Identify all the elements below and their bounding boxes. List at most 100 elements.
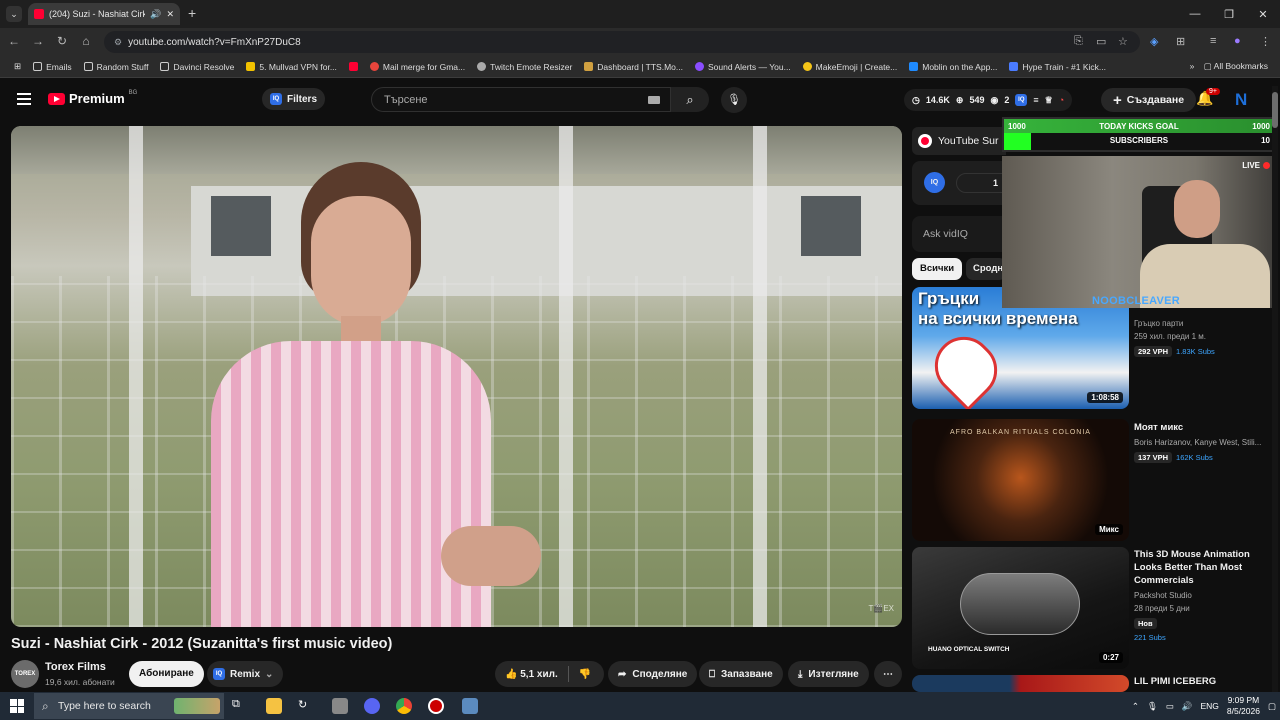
forward-icon[interactable]: → <box>30 34 46 48</box>
translate-icon[interactable]: ⎘ <box>1074 35 1083 48</box>
bookmark-item[interactable]: Davinci Resolve <box>154 62 240 72</box>
tray-overflow-icon[interactable]: ⌃ <box>1132 701 1139 712</box>
related-info[interactable]: This 3D Mouse Animation Looks Better Tha… <box>1134 548 1274 643</box>
vidiq-filters-button[interactable]: IQ Filters <box>262 88 326 110</box>
close-window-icon[interactable]: ✕ <box>1246 8 1280 21</box>
bookmark-item[interactable]: 5. Mullvad VPN for... <box>240 62 342 72</box>
bookmark-item[interactable]: Twitch Emote Resizer <box>471 62 578 72</box>
dislike-button[interactable]: 👎 <box>579 669 591 680</box>
like-button[interactable]: 👍 5,1 хил. <box>505 669 558 680</box>
alert-icon: ◔ <box>1058 95 1065 105</box>
create-button[interactable]: + Създаване <box>1101 88 1197 112</box>
video-player[interactable]: T🎬EX <box>11 126 902 627</box>
channel-avatar[interactable]: TOREX <box>11 660 39 688</box>
bookmark-star-icon[interactable]: ☆ <box>1118 35 1128 48</box>
ask-vidiq-input[interactable]: Ask vidIQ <box>912 216 1006 252</box>
discord-icon[interactable] <box>364 698 380 714</box>
tab-close-icon[interactable]: ✕ <box>166 9 174 20</box>
bookmark-item[interactable]: Moblin on the App... <box>903 62 1003 72</box>
reload-icon[interactable]: ↻ <box>54 34 70 48</box>
keyboard-icon[interactable] <box>648 96 660 104</box>
related-thumbnail[interactable]: HUANO OPTICAL SWITCH 0:27 <box>912 547 1129 669</box>
bookmark-item[interactable]: Emails <box>27 62 78 72</box>
chip-related[interactable]: Сродн <box>966 258 1006 280</box>
channel-subscribers: 19,6 хил. абонати <box>45 677 115 687</box>
bookmark-item[interactable]: Hype Train - #1 Kick... <box>1003 62 1112 72</box>
chip-all[interactable]: Всички <box>912 258 963 280</box>
speaker-icon[interactable]: 🔊 <box>150 9 161 20</box>
microphone-icon[interactable]: 🎙 <box>1147 701 1158 712</box>
cast-icon[interactable]: ▭ <box>1096 35 1106 48</box>
extension-icon[interactable]: ◈ <box>1150 35 1158 48</box>
share-button[interactable]: ➦ Споделяне <box>608 661 698 687</box>
apps-grid-icon[interactable]: ⊞ <box>8 61 27 72</box>
account-avatar[interactable]: N <box>1235 90 1247 110</box>
youtube-summary-panel[interactable]: YouTube Sur <box>912 127 1006 155</box>
eye-icon: ◉ <box>990 94 999 105</box>
bookmark-item[interactable]: Dashboard | TTS.Mo... <box>578 62 689 72</box>
bookmark-item[interactable] <box>343 62 364 71</box>
channel-name[interactable]: Torex Films <box>45 661 106 673</box>
scrollbar-thumb[interactable] <box>1272 92 1278 128</box>
vidiq-stats-bar[interactable]: ◷ 14.6K ⊕ 549 ◉ 2 IQ ≡ ♕ ◔ <box>904 89 1073 111</box>
share-icon: ➦ <box>618 668 627 680</box>
back-icon[interactable]: ← <box>6 34 22 48</box>
bookmark-item[interactable]: Sound Alerts — You... <box>689 62 797 72</box>
new-tab-button[interactable]: + <box>188 5 196 21</box>
windows-start-icon[interactable] <box>10 699 24 713</box>
profile-icon[interactable]: ● <box>1234 35 1241 47</box>
home-icon[interactable]: ⌂ <box>78 34 94 48</box>
app-icon[interactable] <box>332 698 348 714</box>
save-button[interactable]: ⎕ Запазване <box>699 661 783 687</box>
app-icon[interactable]: ↻ <box>298 698 314 714</box>
system-tray: ⌃ 🎙 ▭ 🔊 ENG 9:09 PM 8/5/2026 ▢ <box>1132 692 1276 720</box>
restore-icon[interactable]: ❐ <box>1212 8 1246 21</box>
bookmark-item[interactable]: MakeEmoji | Create... <box>797 62 904 72</box>
mic-icon: 🎙 <box>727 94 741 106</box>
greek-flag-heart-icon <box>922 324 1010 409</box>
chrome-icon[interactable] <box>396 698 412 714</box>
task-view-icon[interactable]: ⧉ <box>232 698 248 714</box>
download-button[interactable]: ⤓ Изтегляне <box>788 661 869 687</box>
extensions-puzzle-icon[interactable]: ⊞ <box>1176 35 1185 48</box>
more-dots-icon: ⋯ <box>883 668 893 680</box>
subscribe-button[interactable]: Абониране <box>129 661 204 687</box>
related-info[interactable]: LIL PIMI ICEBERG <box>1134 675 1274 688</box>
app-icon[interactable] <box>462 698 478 714</box>
bookmark-item[interactable]: Random Stuff <box>78 62 155 72</box>
bookmark-item[interactable]: Mail merge for Gma... <box>364 62 471 72</box>
voice-search-button[interactable]: 🎙 <box>721 87 747 113</box>
search-button[interactable]: ⌕ <box>671 87 709 112</box>
remix-button[interactable]: IQ Remix ⌄ <box>207 661 284 687</box>
tab-groups-icon[interactable]: ≡ <box>1210 35 1216 47</box>
related-info[interactable]: Моят микс Boris Harizanov, Kanye West, S… <box>1134 421 1274 463</box>
network-icon[interactable]: ▭ <box>1166 701 1174 712</box>
video-duration: 0:27 <box>1098 652 1123 663</box>
site-info-icon[interactable]: ⚙ <box>114 37 122 48</box>
clock[interactable]: 9:09 PM 8/5/2026 <box>1227 695 1260 717</box>
folder-icon <box>33 62 43 71</box>
related-thumbnail[interactable]: AFRO BALKAN RITUALS COLONIA Микс <box>912 419 1129 541</box>
language-indicator[interactable]: ENG <box>1200 701 1218 711</box>
menu-dots-icon[interactable]: ⋮ <box>1260 35 1271 48</box>
minimize-icon[interactable]: — <box>1178 8 1212 20</box>
obs-icon[interactable] <box>428 698 444 714</box>
youtube-logo[interactable]: Premium BG <box>48 90 137 106</box>
thumb-down-icon: 👎 <box>578 668 592 680</box>
tab-active[interactable]: (204) Suzi - Nashiat Cirk - 2 🔊 ✕ <box>28 3 180 25</box>
volume-icon[interactable]: 🔊 <box>1182 701 1193 712</box>
youtube-header: Premium BG IQ Filters Търсене ⌕ 🎙 ◷ 14.6K… <box>0 78 1280 122</box>
file-explorer-icon[interactable] <box>266 698 282 714</box>
search-input[interactable]: Търсене <box>371 87 671 112</box>
notification-center-icon[interactable]: ▢ <box>1268 701 1276 712</box>
tab-search-icon[interactable]: ⌄ <box>6 6 22 22</box>
more-actions-button[interactable]: ⋯ <box>874 661 902 687</box>
page-scrollbar[interactable] <box>1272 86 1278 692</box>
related-thumbnail[interactable] <box>912 675 1129 692</box>
menu-hamburger-icon[interactable] <box>17 93 31 105</box>
tab-title: (204) Suzi - Nashiat Cirk - 2 <box>49 9 146 19</box>
all-bookmarks-button[interactable]: » ▢ All Bookmarks <box>1190 61 1268 72</box>
url-input[interactable]: ⚙ youtube.com/watch?v=FmXnP27DuC8 <box>104 31 1140 53</box>
vidiq-logo-icon[interactable]: IQ <box>924 172 945 193</box>
related-info[interactable]: Гръцко парти 259 хил. преди 1 м. 292 VPH… <box>1134 315 1274 357</box>
